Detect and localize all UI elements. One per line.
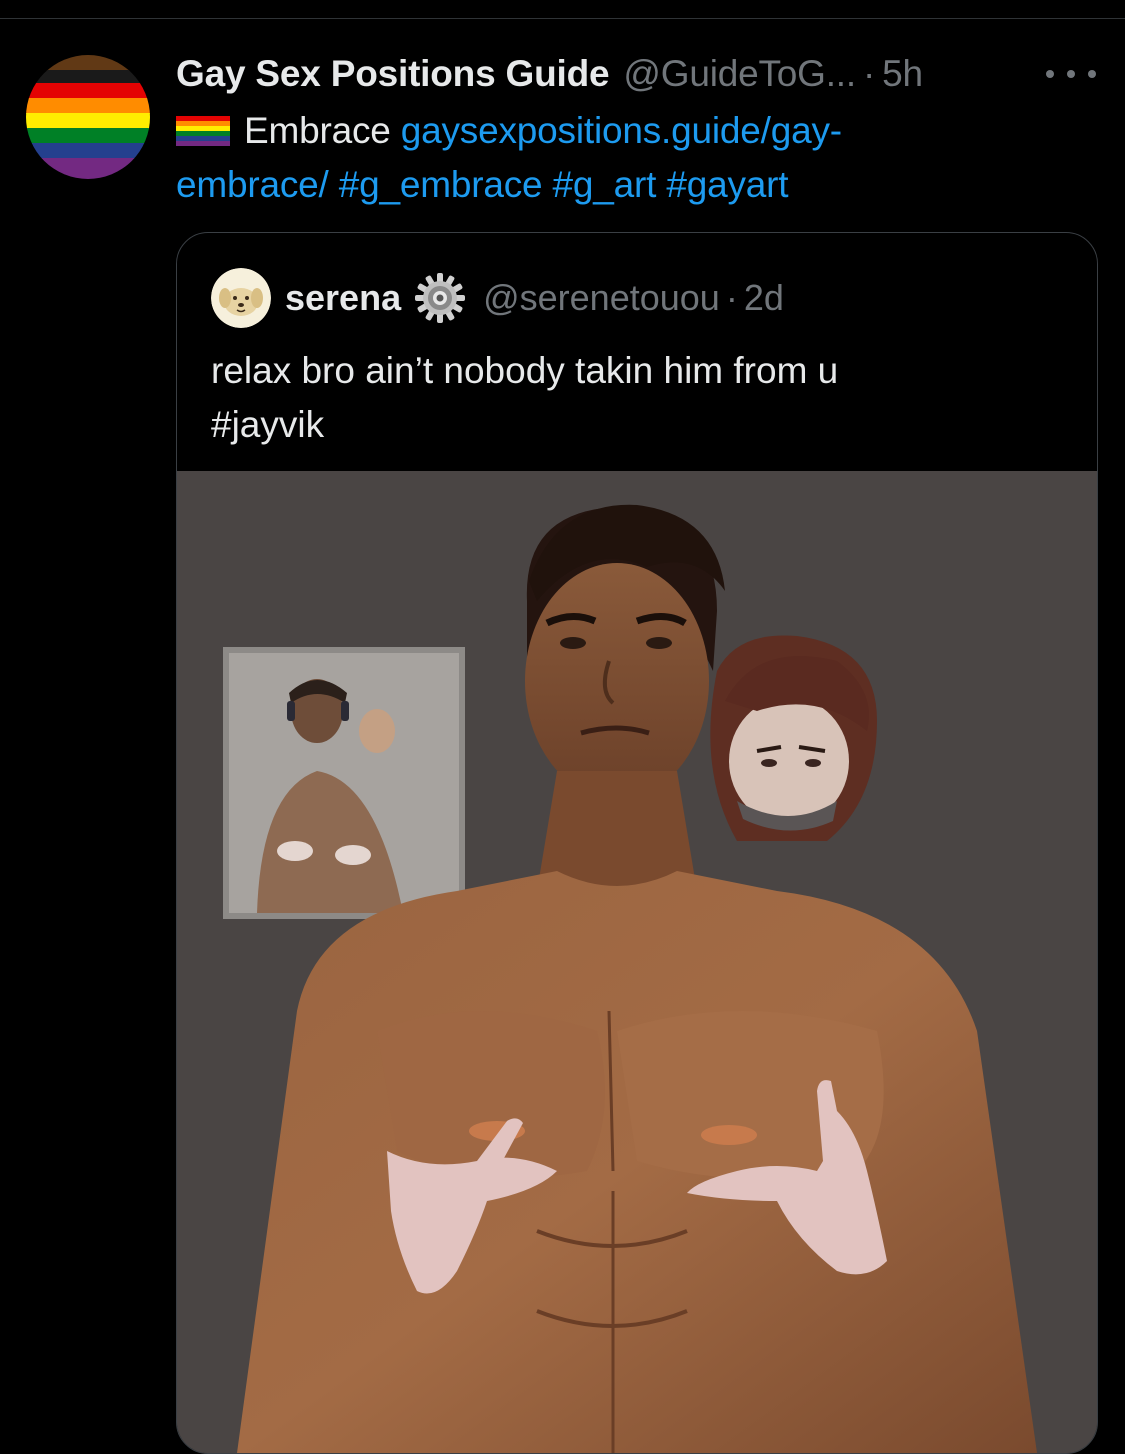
tweet-word: Embrace <box>244 110 391 151</box>
hashtag-link[interactable]: #g_embrace <box>339 164 543 205</box>
quoted-text: relax bro ain’t nobody takin him from u … <box>211 344 1071 452</box>
quoted-text-line-1: relax bro ain’t nobody takin him from u <box>211 350 839 391</box>
separator-dot: · <box>862 53 876 94</box>
quoted-header: serena @serenetouou · 2d <box>285 273 784 323</box>
hashtag-link[interactable]: #g_art <box>553 164 657 205</box>
quoted-display-name[interactable]: serena <box>285 277 401 319</box>
tweet-header: Gay Sex Positions Guide @GuideToG... · 5… <box>176 48 923 100</box>
figure-behind <box>710 635 877 841</box>
rainbow-flag-icon <box>176 116 230 146</box>
separator-dot: · <box>725 277 738 318</box>
gear-icon <box>415 273 466 323</box>
more-horizontal-icon[interactable] <box>1046 62 1096 86</box>
reference-photo <box>223 647 465 919</box>
pride-flag-avatar-icon <box>26 55 150 179</box>
timestamp[interactable]: 5h <box>882 53 923 95</box>
artwork-illustration <box>177 471 1097 1453</box>
quoted-avatar[interactable] <box>211 268 271 328</box>
quoted-tweet-card[interactable]: serena @serenetouou · 2d relax bro ain’t… <box>176 232 1098 1454</box>
user-handle[interactable]: @GuideToG... <box>623 53 856 95</box>
top-divider <box>0 18 1125 19</box>
dog-avatar-icon <box>211 268 271 328</box>
tweet-text: Embrace gaysexpositions.guide/gay- embra… <box>176 104 1076 212</box>
quoted-timestamp[interactable]: 2d <box>744 277 784 319</box>
hashtag-link[interactable]: #gayart <box>666 164 788 205</box>
tweet-text-line-2: embrace/ #g_embrace #g_art #gayart <box>176 158 1076 212</box>
url-link[interactable]: gaysexpositions.guide/gay- <box>401 110 842 151</box>
quoted-handle[interactable]: @serenetouou <box>483 277 720 319</box>
quoted-hashtag[interactable]: #jayvik <box>211 398 1071 452</box>
display-name[interactable]: Gay Sex Positions Guide <box>176 53 610 95</box>
tweet-text-line-1: Embrace gaysexpositions.guide/gay- <box>176 104 1076 158</box>
avatar[interactable] <box>26 55 150 179</box>
url-link-continued[interactable]: embrace/ <box>176 164 329 205</box>
quoted-media-image[interactable] <box>177 471 1097 1453</box>
